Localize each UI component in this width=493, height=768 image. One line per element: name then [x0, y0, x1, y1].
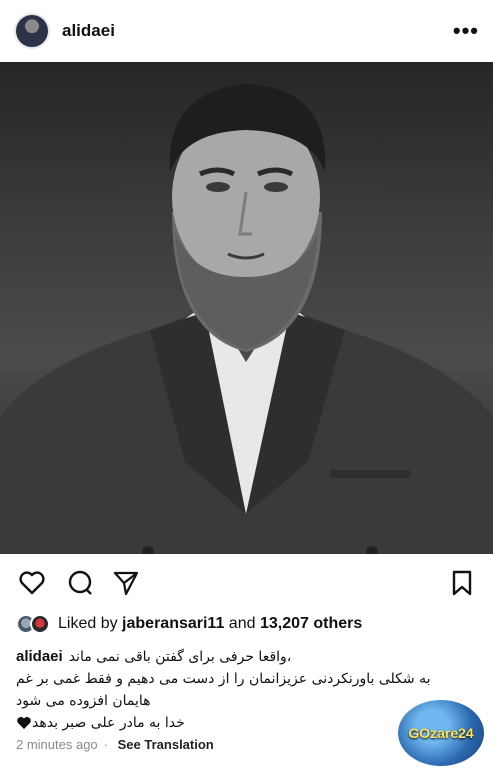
likes-text: Liked by jaberansari11 and 13,207 others [58, 615, 363, 632]
post-header: alidaei ••• [0, 0, 493, 62]
caption-author[interactable]: alidaei [16, 646, 63, 668]
share-icon[interactable] [112, 569, 140, 597]
liker-username[interactable]: jaberansari11 [122, 615, 224, 632]
post-meta: 2 minutes ago · See Translation [16, 737, 214, 752]
caption-line: ،واقعا حرفی برای گفتن باقی نمی ماند [68, 649, 292, 665]
likes-row[interactable]: Liked by jaberansari11 and 13,207 others [16, 612, 362, 636]
comment-icon[interactable] [66, 569, 94, 597]
watermark-logo: GOzare24 [398, 700, 484, 766]
heart-icon[interactable] [18, 569, 46, 597]
post-time: 2 minutes ago [16, 737, 98, 752]
liker-avatar [30, 614, 50, 634]
see-translation-link[interactable]: See Translation [118, 737, 214, 752]
more-icon[interactable]: ••• [453, 18, 479, 44]
post-photo[interactable] [0, 62, 493, 554]
username[interactable]: alidaei [62, 21, 115, 41]
caption-line: به شکلی باورنکردنی عزیزانمان را از دست م… [16, 671, 431, 687]
action-bar [0, 565, 493, 601]
likes-count[interactable]: 13,207 others [260, 615, 362, 632]
caption-line: خدا به مادر علی صبر بدهد [32, 715, 185, 731]
black-heart-icon [17, 717, 31, 729]
avatar[interactable] [14, 13, 50, 49]
bookmark-icon[interactable] [448, 569, 476, 597]
